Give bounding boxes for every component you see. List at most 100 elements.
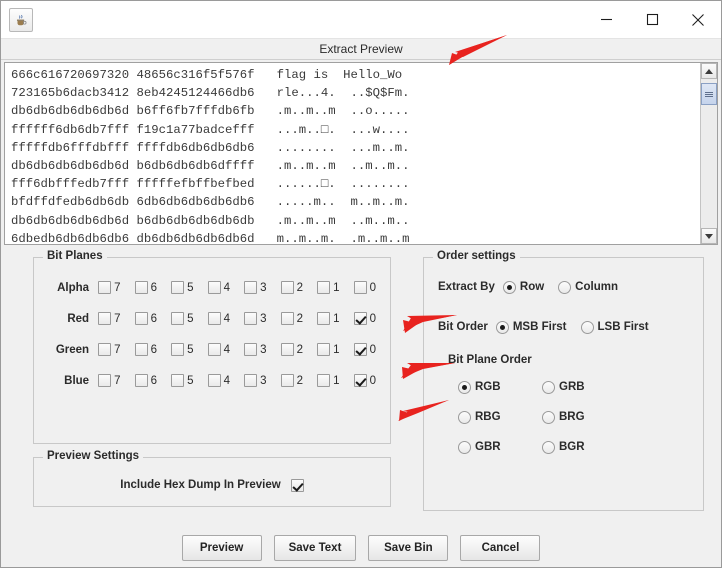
checkbox-blue-bit-1[interactable] (317, 374, 331, 387)
bit-cell: 4 (207, 343, 245, 356)
bit-plane-order-rbg[interactable]: RBG (458, 410, 542, 424)
checkbox-red-bit-5[interactable] (171, 312, 185, 325)
checkbox-alpha-bit-4[interactable] (207, 281, 221, 294)
bit-number-label: 3 (260, 374, 267, 387)
extract-by-options: Row Column (502, 280, 632, 294)
checkbox-red-bit-2[interactable] (280, 312, 294, 325)
bit-plane-row-label: Alpha (57, 281, 90, 294)
checkbox-blue-bit-0[interactable] (353, 374, 367, 387)
hex-dump-text-area[interactable]: 666c616720697320 48656c316f5f576f flag i… (5, 63, 700, 244)
checkbox-green-bit-4[interactable] (207, 343, 221, 356)
checkbox-red-bit-6[interactable] (134, 312, 148, 325)
bit-cell: 6 (134, 374, 172, 387)
checkbox-alpha-bit-7[interactable] (98, 281, 112, 294)
bit-plane-order-gbr[interactable]: GBR (458, 440, 542, 454)
checkbox-alpha-bit-3[interactable] (244, 281, 258, 294)
bit-number-label: 0 (369, 374, 376, 387)
checkbox-green-bit-6[interactable] (134, 343, 148, 356)
checkbox-red-bit-0[interactable] (353, 312, 367, 325)
bit-plane-row-label: Red (67, 312, 90, 325)
radio-button[interactable] (458, 440, 471, 454)
checkbox-blue-bit-6[interactable] (134, 374, 148, 387)
bit-cell: 2 (280, 312, 318, 325)
hex-dump-line: db6db6db6db6db6d b6db6db6db6db6db .m..m.… (11, 213, 410, 228)
save-bin-button[interactable]: Save Bin (368, 535, 449, 561)
radio-button[interactable] (458, 410, 471, 424)
checkbox-red-bit-3[interactable] (244, 312, 258, 325)
radio-button[interactable] (558, 280, 572, 294)
extract-by-column[interactable]: Column (558, 280, 618, 294)
checkbox-green-bit-5[interactable] (171, 343, 185, 356)
bit-plane-row-blue: Blue 7 6 5 4 3 2 1 0 (34, 365, 390, 396)
bit-order-label: Bit Order (438, 321, 488, 333)
bit-number-label: 1 (333, 281, 340, 294)
checkbox-green-bit-3[interactable] (244, 343, 258, 356)
bit-cell: 2 (280, 281, 318, 294)
bit-plane-row-alpha: Alpha 7 6 5 4 3 2 1 0 (34, 272, 390, 303)
radio-button[interactable] (502, 280, 516, 294)
bit-cell: 6 (134, 281, 172, 294)
close-button[interactable] (675, 1, 721, 39)
radio-label: RBG (475, 411, 501, 423)
bit-plane-order-rgb[interactable]: RGB (458, 380, 542, 394)
radio-button[interactable] (542, 440, 555, 454)
scrollbar-track[interactable] (701, 79, 717, 228)
bit-plane-order-brg[interactable]: BRG (542, 410, 626, 424)
checkbox-blue-bit-5[interactable] (171, 374, 185, 387)
radio-button[interactable] (542, 410, 555, 424)
bit-number-label: 4 (223, 281, 230, 294)
preview-button[interactable]: Preview (181, 535, 262, 561)
checkbox-alpha-bit-0[interactable] (353, 281, 367, 294)
bit-order-msb-first[interactable]: MSB First (495, 320, 567, 334)
radio-label: GRB (559, 381, 585, 393)
bit-plane-order-grb[interactable]: GRB (542, 380, 626, 394)
radio-button[interactable] (495, 320, 509, 334)
hex-dump-line: db6db6db6db6db6d b6db6db6db6dffff .m..m.… (11, 159, 410, 174)
bit-number-label: 7 (114, 343, 121, 356)
checkbox-red-bit-7[interactable] (98, 312, 112, 325)
scroll-down-icon[interactable] (701, 228, 717, 244)
extract-by-label: Extract By (438, 281, 495, 293)
radio-button[interactable] (458, 380, 471, 394)
bit-cell: 5 (171, 281, 208, 294)
dialog-button-bar: Preview Save Text Save Bin Cancel (1, 535, 721, 561)
preview-vertical-scrollbar[interactable] (700, 63, 717, 244)
include-hex-dump-checkbox[interactable] (290, 478, 304, 492)
cancel-button[interactable]: Cancel (460, 535, 541, 561)
radio-label: BRG (559, 411, 585, 423)
checkbox-green-bit-1[interactable] (317, 343, 331, 356)
checkbox-blue-bit-7[interactable] (98, 374, 112, 387)
checkbox-green-bit-7[interactable] (98, 343, 112, 356)
bit-number-label: 5 (187, 343, 194, 356)
bit-plane-order-bgr[interactable]: BGR (542, 440, 626, 454)
bit-cell: 4 (207, 312, 245, 325)
checkbox-green-bit-2[interactable] (280, 343, 294, 356)
scrollbar-thumb[interactable] (701, 83, 717, 106)
bit-plane-order-label: Bit Plane Order (448, 354, 532, 366)
checkbox-alpha-bit-1[interactable] (317, 281, 331, 294)
bit-plane-order-line: GBR BGR (458, 432, 703, 462)
checkbox-blue-bit-3[interactable] (244, 374, 258, 387)
extract-by-row[interactable]: Row (502, 280, 544, 294)
checkbox-blue-bit-2[interactable] (280, 374, 294, 387)
checkbox-alpha-bit-2[interactable] (280, 281, 294, 294)
checkbox-alpha-bit-6[interactable] (134, 281, 148, 294)
preview-settings-legend: Preview Settings (43, 450, 144, 462)
checkbox-alpha-bit-5[interactable] (171, 281, 185, 294)
checkbox-red-bit-4[interactable] (207, 312, 221, 325)
scroll-up-icon[interactable] (701, 63, 717, 79)
radio-button[interactable] (542, 380, 555, 394)
radio-button[interactable] (580, 320, 594, 334)
extract-preview-window: Extract Preview 666c616720697320 48656c3… (0, 0, 722, 568)
maximize-button[interactable] (629, 1, 675, 39)
save-text-button[interactable]: Save Text (273, 535, 357, 561)
bit-order-lsb-first[interactable]: LSB First (580, 320, 649, 334)
checkbox-red-bit-1[interactable] (317, 312, 331, 325)
bit-number-label: 2 (296, 281, 303, 294)
bit-number-label: 4 (223, 374, 230, 387)
checkbox-blue-bit-4[interactable] (207, 374, 221, 387)
minimize-button[interactable] (583, 1, 629, 39)
checkbox-green-bit-0[interactable] (353, 343, 367, 356)
header-strip: Extract Preview (1, 39, 721, 60)
bit-number-label: 5 (187, 374, 194, 387)
